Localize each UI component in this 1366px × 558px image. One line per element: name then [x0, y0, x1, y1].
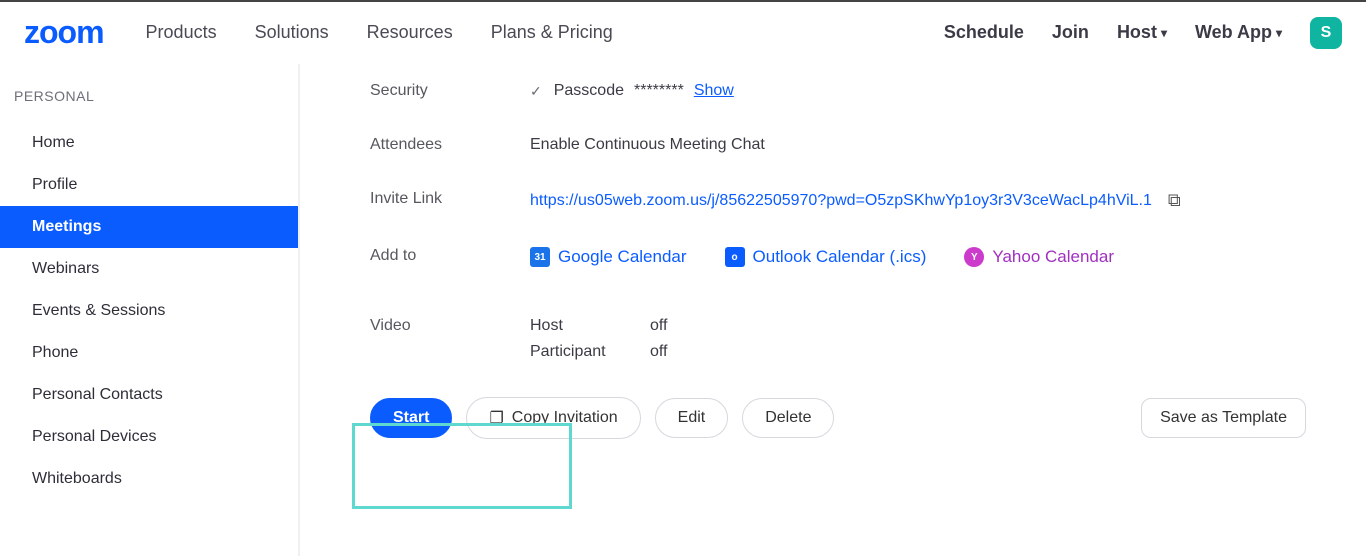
nav-webapp-label: Web App: [1195, 22, 1272, 43]
sidebar-item-whiteboards[interactable]: Whiteboards: [0, 458, 298, 500]
yahoo-calendar-icon: Y: [964, 247, 984, 267]
copy-link-icon[interactable]: ⧉: [1168, 190, 1181, 211]
outlook-calendar-label: Outlook Calendar (.ics): [753, 247, 927, 267]
sidebar-item-home[interactable]: Home: [0, 122, 298, 164]
value-security: ✓ Passcode ******** Show: [530, 82, 1306, 100]
label-invite: Invite Link: [370, 190, 530, 208]
add-outlook-calendar[interactable]: o Outlook Calendar (.ics): [725, 247, 927, 267]
video-host-value: off: [650, 317, 710, 335]
row-add-to: Add to 31 Google Calendar o Outlook Cale…: [370, 247, 1306, 267]
start-button[interactable]: Start: [370, 398, 452, 438]
sidebar-item-meetings[interactable]: Meetings: [0, 206, 298, 248]
sidebar-item-phone[interactable]: Phone: [0, 332, 298, 374]
nav-products[interactable]: Products: [146, 22, 217, 43]
google-calendar-icon: 31: [530, 247, 550, 267]
label-security: Security: [370, 82, 530, 100]
copy-invitation-button[interactable]: ❐ Copy Invitation: [466, 397, 640, 439]
sidebar-item-contacts[interactable]: Personal Contacts: [0, 374, 298, 416]
avatar[interactable]: S: [1310, 17, 1342, 49]
video-host-label: Host: [530, 317, 650, 335]
passcode-mask: ********: [634, 82, 684, 100]
meeting-detail: Security ✓ Passcode ******** Show Attend…: [300, 64, 1366, 556]
main: PERSONAL Home Profile Meetings Webinars …: [0, 64, 1366, 556]
passcode-label: Passcode: [554, 82, 624, 100]
yahoo-calendar-label: Yahoo Calendar: [992, 247, 1114, 267]
nav-resources[interactable]: Resources: [367, 22, 453, 43]
google-calendar-label: Google Calendar: [558, 247, 687, 267]
sidebar-item-profile[interactable]: Profile: [0, 164, 298, 206]
zoom-logo[interactable]: zoom: [24, 14, 104, 51]
value-invite: https://us05web.zoom.us/j/85622505970?pw…: [530, 190, 1306, 211]
sidebar-item-devices[interactable]: Personal Devices: [0, 416, 298, 458]
chevron-down-icon: ▾: [1161, 26, 1167, 40]
row-security: Security ✓ Passcode ******** Show: [370, 82, 1306, 100]
show-passcode-link[interactable]: Show: [694, 82, 734, 100]
nav-webapp[interactable]: Web App ▾: [1195, 22, 1282, 43]
video-participant-value: off: [650, 343, 710, 361]
value-attendees: Enable Continuous Meeting Chat: [530, 136, 1306, 154]
sidebar-section-header: PERSONAL: [0, 88, 298, 122]
save-template-button[interactable]: Save as Template: [1141, 398, 1306, 438]
sidebar-item-events[interactable]: Events & Sessions: [0, 290, 298, 332]
sidebar-item-webinars[interactable]: Webinars: [0, 248, 298, 290]
copy-invitation-label: Copy Invitation: [512, 409, 618, 427]
edit-button[interactable]: Edit: [655, 398, 729, 438]
label-attendees: Attendees: [370, 136, 530, 154]
label-addto: Add to: [370, 247, 530, 265]
row-video: Video Host off Participant off: [370, 317, 1306, 361]
nav-left: Products Solutions Resources Plans & Pri…: [146, 22, 613, 43]
top-nav: zoom Products Solutions Resources Plans …: [0, 2, 1366, 64]
action-bar: Start ❐ Copy Invitation Edit Delete Save…: [370, 397, 1306, 439]
chevron-down-icon: ▾: [1276, 26, 1282, 40]
nav-right: Schedule Join Host ▾ Web App ▾ S: [944, 17, 1342, 49]
outlook-calendar-icon: o: [725, 247, 745, 267]
row-invite-link: Invite Link https://us05web.zoom.us/j/85…: [370, 190, 1306, 211]
check-icon: ✓: [530, 83, 542, 100]
sidebar: PERSONAL Home Profile Meetings Webinars …: [0, 64, 300, 556]
nav-join[interactable]: Join: [1052, 22, 1089, 43]
add-yahoo-calendar[interactable]: Y Yahoo Calendar: [964, 247, 1114, 267]
add-google-calendar[interactable]: 31 Google Calendar: [530, 247, 687, 267]
copy-icon: ❐: [489, 408, 503, 428]
nav-schedule[interactable]: Schedule: [944, 22, 1024, 43]
video-participant-label: Participant: [530, 343, 650, 361]
nav-solutions[interactable]: Solutions: [255, 22, 329, 43]
label-video: Video: [370, 317, 530, 335]
invite-link[interactable]: https://us05web.zoom.us/j/85622505970?pw…: [530, 192, 1152, 210]
nav-host[interactable]: Host ▾: [1117, 22, 1167, 43]
nav-plans-pricing[interactable]: Plans & Pricing: [491, 22, 613, 43]
row-attendees: Attendees Enable Continuous Meeting Chat: [370, 136, 1306, 154]
delete-button[interactable]: Delete: [742, 398, 834, 438]
nav-host-label: Host: [1117, 22, 1157, 43]
value-video: Host off Participant off: [530, 317, 1306, 361]
value-addto: 31 Google Calendar o Outlook Calendar (.…: [530, 247, 1306, 267]
